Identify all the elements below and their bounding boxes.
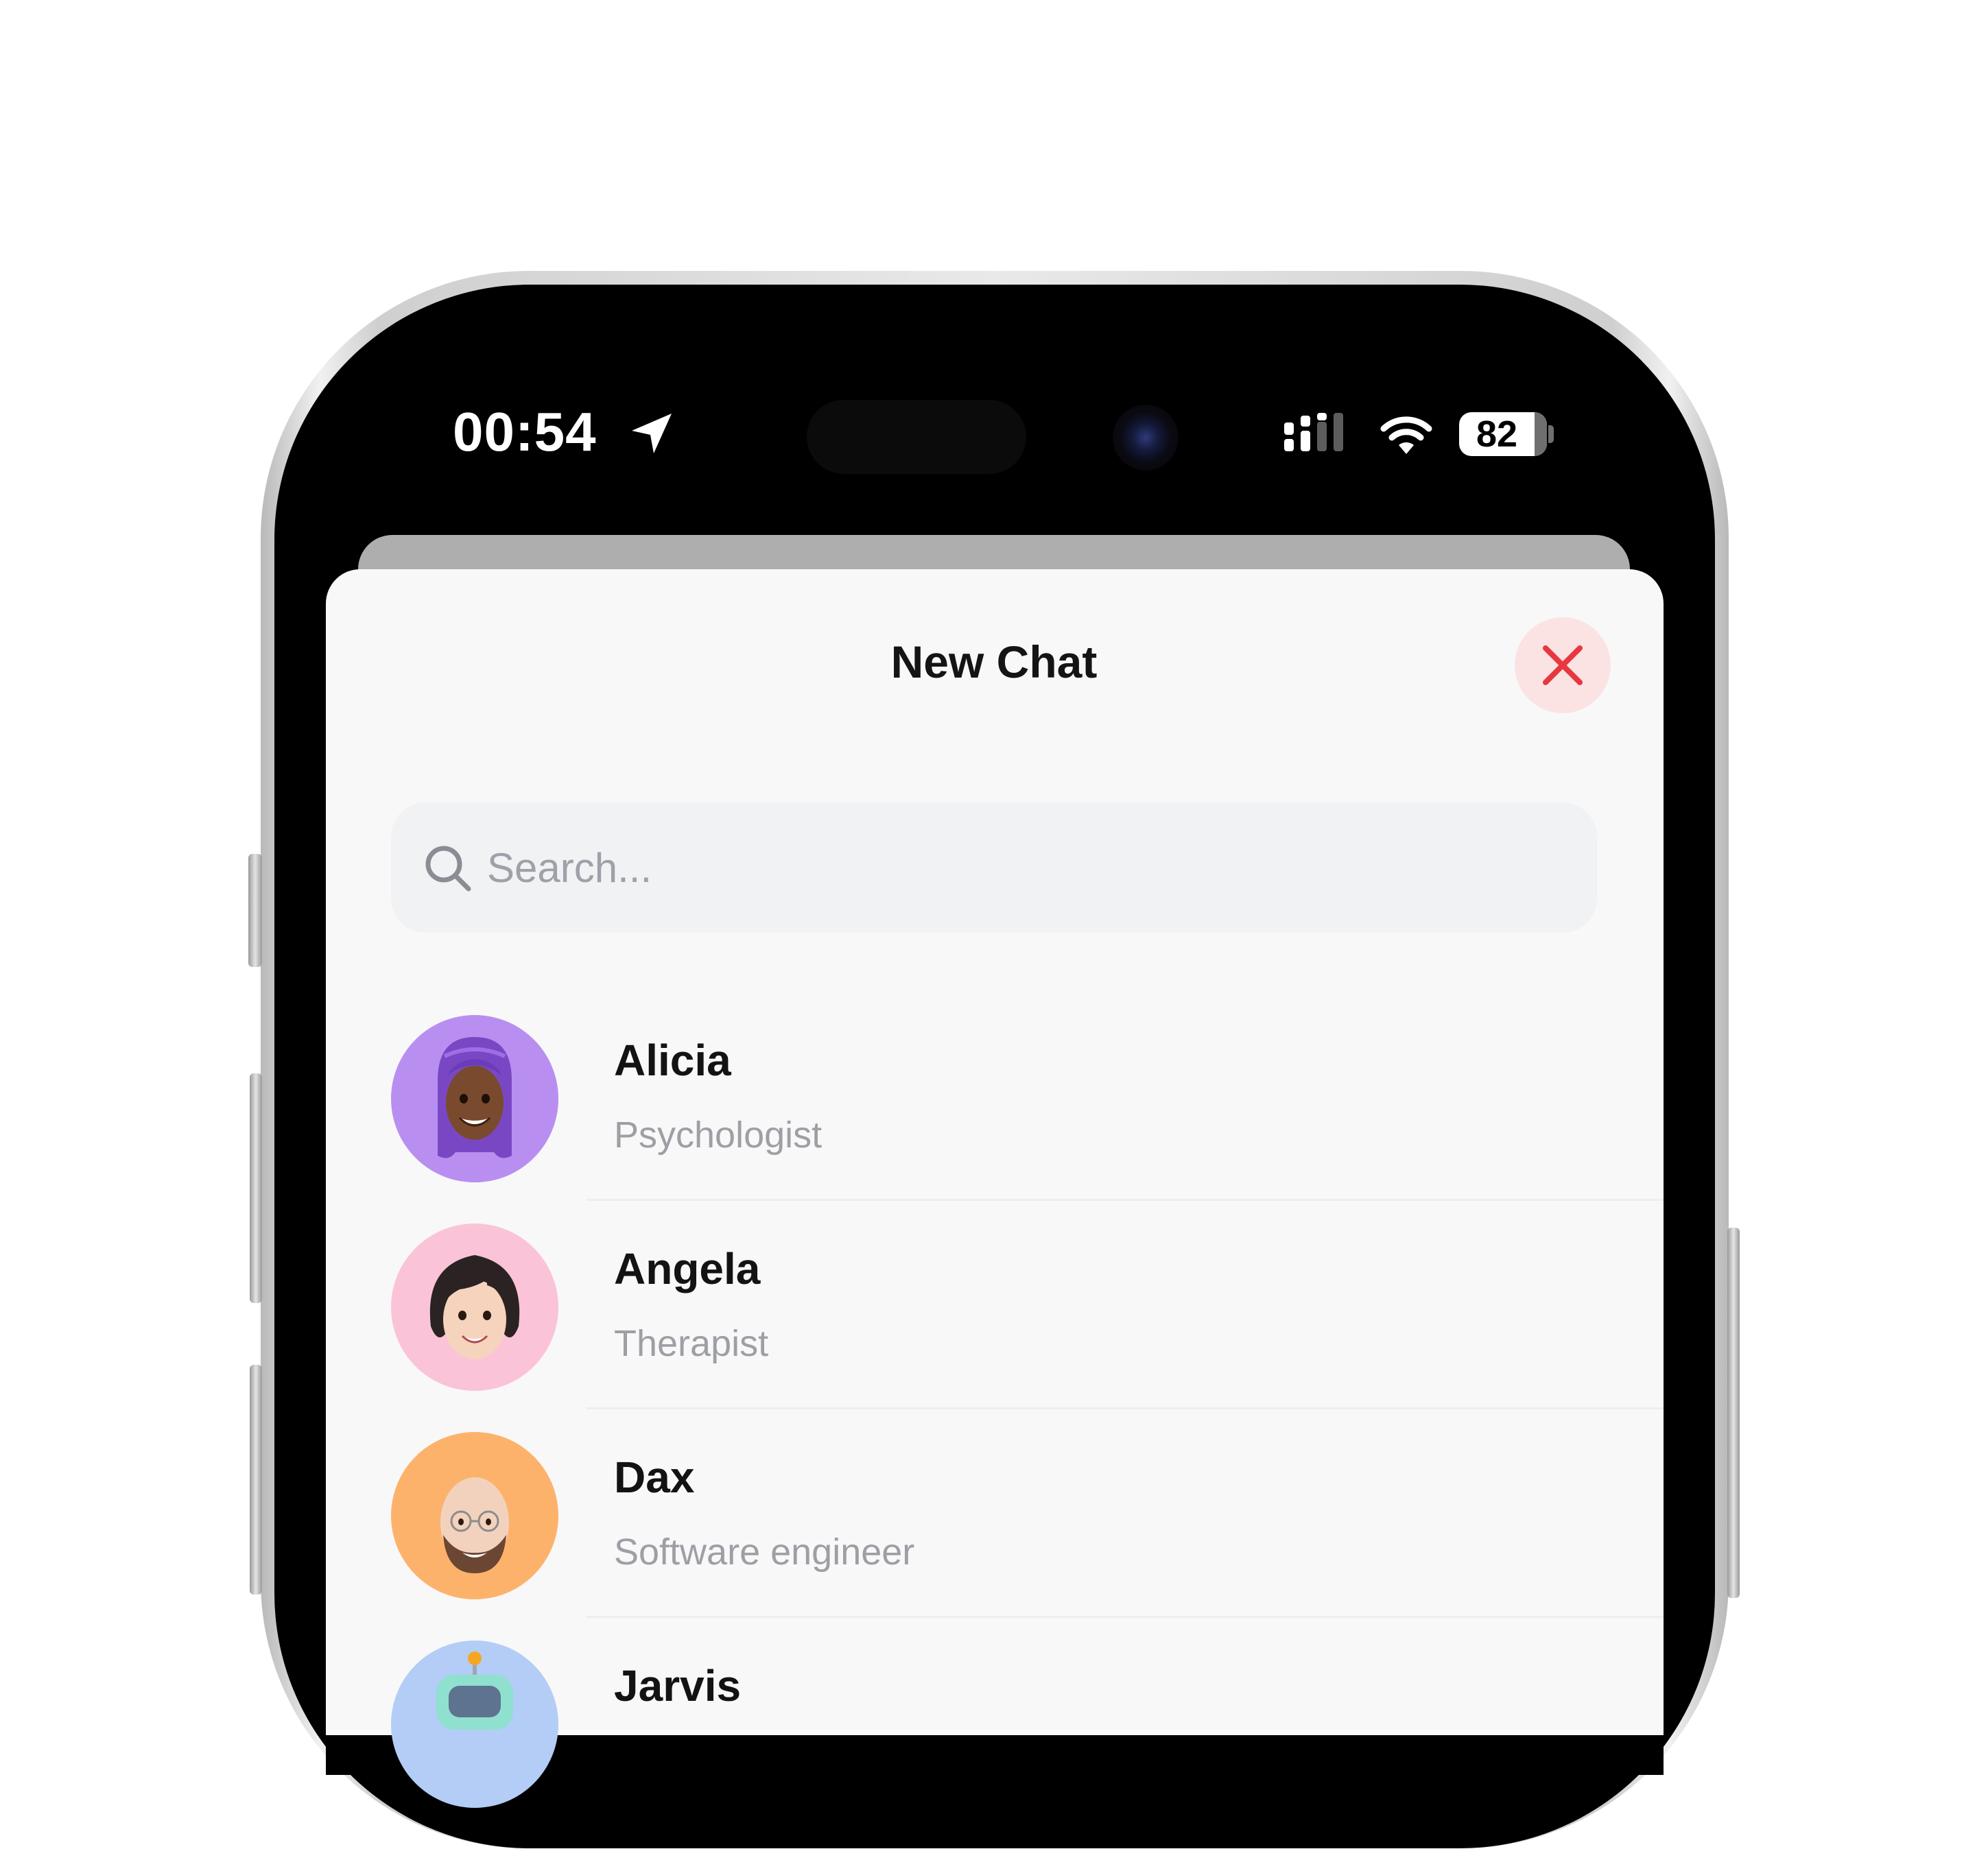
close-button[interactable] bbox=[1515, 617, 1611, 713]
contact-name: Angela bbox=[614, 1244, 761, 1293]
battery-icon: 82 bbox=[1459, 412, 1547, 456]
battery-level: 82 bbox=[1476, 414, 1518, 455]
contact-row-dax[interactable]: Dax Software engineer bbox=[326, 1432, 1664, 1641]
close-icon bbox=[1543, 645, 1583, 685]
location-arrow-icon bbox=[632, 414, 672, 453]
memoji-avatar-icon bbox=[391, 1432, 558, 1599]
contact-role: Therapist bbox=[614, 1323, 769, 1364]
search-input[interactable] bbox=[487, 802, 1557, 933]
contact-role: Software engineer bbox=[614, 1531, 915, 1573]
avatar-dax bbox=[391, 1432, 558, 1599]
memoji-avatar-icon bbox=[391, 1015, 558, 1182]
dynamic-island bbox=[807, 400, 1026, 474]
sheet-title: New Chat bbox=[890, 636, 1098, 687]
robot-avatar-icon bbox=[391, 1641, 558, 1808]
avatar-jarvis bbox=[391, 1641, 558, 1808]
volume-down-button bbox=[250, 1365, 262, 1595]
contact-role: Psychologist bbox=[614, 1114, 823, 1156]
contact-row-alicia[interactable]: Alicia Psychologist bbox=[326, 1015, 1664, 1224]
contact-name: Dax bbox=[614, 1453, 695, 1502]
status-time: 00:54 bbox=[453, 401, 597, 462]
cellular-signal-icon bbox=[1284, 413, 1343, 451]
battery-cap bbox=[1548, 425, 1554, 443]
contact-row-angela[interactable]: Angela Therapist bbox=[326, 1224, 1664, 1432]
avatar-angela bbox=[391, 1224, 558, 1391]
avatar-alicia bbox=[391, 1015, 558, 1182]
row-divider bbox=[587, 1199, 1664, 1201]
wifi-icon bbox=[1380, 416, 1432, 454]
power-button bbox=[1727, 1228, 1740, 1598]
action-button bbox=[248, 854, 262, 967]
search-icon bbox=[425, 846, 471, 892]
memoji-avatar-icon bbox=[391, 1224, 558, 1391]
search-bar[interactable] bbox=[391, 802, 1597, 933]
contact-name: Alicia bbox=[614, 1036, 731, 1085]
contact-name: Jarvis bbox=[614, 1661, 742, 1710]
contact-row-jarvis[interactable]: Jarvis bbox=[326, 1641, 1664, 1849]
battery-empty-part bbox=[1535, 412, 1547, 456]
row-divider bbox=[587, 1407, 1664, 1409]
front-camera bbox=[1113, 405, 1179, 470]
row-divider bbox=[587, 1616, 1664, 1618]
volume-up-button bbox=[250, 1073, 262, 1303]
